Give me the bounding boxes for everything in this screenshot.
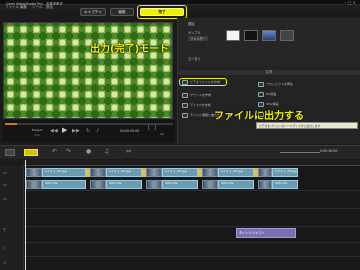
create-sound-button[interactable]: サウンドを作成 (182, 91, 211, 99)
autofit-icon[interactable]: ⇔ (126, 148, 131, 155)
preview-window (3, 22, 173, 119)
library-thumb[interactable] (262, 30, 276, 41)
menu-tools[interactable]: ツール (32, 5, 43, 10)
voice-track-icon: ♪ (3, 246, 6, 251)
tab-edit[interactable]: 編集 (110, 8, 134, 16)
share-item-label: ビデオファイルを作成 (190, 80, 221, 84)
share-header: 共有 (178, 70, 360, 75)
tab-capture[interactable]: キャプチャ (80, 8, 106, 16)
redo-icon[interactable]: ↷ (66, 148, 71, 155)
split-icon[interactable]: ✂ (160, 132, 164, 138)
overlay-track-icon: ▭ (3, 182, 7, 187)
timeline-clip[interactable]: 1フォト_02.jpg (106, 168, 142, 177)
video-track-icon: ▭ (3, 170, 7, 175)
annotation-file-output: ファイルに出力する (214, 111, 304, 122)
annotation-output-mode: 出力(完了)モード (90, 44, 170, 55)
clip-thumbnail[interactable] (90, 180, 106, 189)
clip-thumbnail[interactable] (202, 168, 218, 177)
tab-capture-label: キャプチャ (84, 9, 102, 14)
track-divider (24, 190, 360, 191)
tooltip: ビデオをパソコンのハードディスクに出力します (256, 122, 358, 129)
next-icon[interactable]: ▶▶ (72, 128, 80, 134)
timeline-clip[interactable]: 003.mts (162, 180, 198, 189)
playhead[interactable] (25, 160, 26, 270)
library-sample[interactable]: サンプル (188, 30, 201, 35)
mobile-icon (182, 112, 188, 118)
track-headers: ▭ ▭ ▭ T ♪ ♫ (0, 166, 24, 270)
scrub-progress (5, 123, 17, 125)
timecode: 00:00:00:00 (120, 129, 140, 133)
project-playback-button[interactable]: プロジェクトを再生 (258, 80, 293, 88)
share-item-label: プロジェクトを再生 (266, 82, 294, 86)
track-divider (24, 226, 360, 227)
dv-record-button[interactable]: DV録画 (258, 90, 276, 98)
timeline-clip[interactable]: 001.mts (42, 180, 86, 189)
library-thumb[interactable] (226, 30, 240, 41)
clip-thumbnail[interactable] (26, 180, 42, 189)
timeline-clip[interactable]: 1フォト_03.jpg (162, 168, 198, 177)
timeline-clip[interactable]: 1フォト_05.jpg (272, 168, 298, 177)
zoom-slider[interactable] (280, 152, 320, 153)
play-icon[interactable]: ▶ (62, 126, 67, 134)
clip-thumbnail[interactable] (146, 180, 162, 189)
sort-label[interactable]: 並べ替え (188, 56, 201, 61)
share-item-label: ディスクを作成 (190, 103, 211, 107)
clip-thumbnail[interactable] (90, 168, 106, 177)
mark-out-icon[interactable]: ] (154, 125, 156, 131)
clip-thumbnail[interactable] (258, 168, 272, 177)
clip-thumbnail[interactable] (258, 180, 272, 189)
timeline-clip[interactable]: 1フォト_01.jpg (42, 168, 86, 177)
timeline-toolbar: ↶ ↷ ● ♫ ⇔ 0:00:30:00 (0, 145, 360, 159)
menu-settings[interactable]: 設定 (46, 5, 53, 10)
clip-label: Clip (34, 133, 40, 137)
title-track-icon: T (3, 228, 6, 233)
title-clip[interactable]: タイトルテキスト (236, 228, 296, 238)
menu-file[interactable]: ファイル (5, 5, 19, 10)
share-item-label: DV録画 (266, 92, 277, 96)
clip-thumbnail[interactable] (146, 168, 162, 177)
prev-icon[interactable]: ◀◀ (50, 128, 58, 134)
timeline-clip[interactable]: 004.mts (218, 180, 254, 189)
clip-thumbnail[interactable] (26, 168, 42, 177)
audio-mix-icon[interactable]: ♫ (104, 148, 109, 155)
track-divider (24, 256, 360, 257)
timeline-view-button[interactable] (24, 149, 38, 156)
timeline-clip[interactable]: 1フォト_04.jpg (218, 168, 254, 177)
library-thumb[interactable] (280, 30, 294, 41)
library-folder[interactable]: フォルダー (188, 36, 208, 41)
timeline-clip[interactable]: 002.mts (106, 180, 142, 189)
hdv-icon (258, 101, 264, 107)
tab-edit-label: 編集 (118, 9, 126, 14)
share-item-label: サウンドを作成 (190, 93, 212, 97)
storyboard-view-button[interactable] (5, 149, 15, 156)
share-item-label: HDV録画 (266, 102, 279, 106)
dv-icon (258, 91, 264, 97)
library-thumb[interactable] (244, 30, 258, 41)
video-file-icon (182, 79, 188, 85)
timeline-clip[interactable]: 005.mts (272, 180, 298, 189)
project-label: Project (32, 128, 43, 132)
create-disc-button[interactable]: ディスクを作成 (182, 101, 211, 109)
playback-icon (258, 81, 264, 87)
sound-icon (182, 92, 188, 98)
timeline-duration: 0:00:30:00 (320, 149, 338, 153)
record-icon[interactable]: ● (86, 148, 91, 155)
mark-in-icon[interactable]: [ (148, 125, 150, 131)
track-divider (24, 208, 360, 209)
share-tab-highlight (137, 5, 187, 19)
music-track-icon: ♫ (3, 260, 7, 265)
overlay-track-icon: ▭ (3, 196, 7, 201)
menu-edit[interactable]: 編集 (20, 5, 27, 10)
track-divider (24, 242, 360, 243)
library-add[interactable]: 追加 (188, 21, 194, 26)
clip-thumbnail[interactable] (202, 180, 218, 189)
volume-icon[interactable]: ♪ (96, 128, 99, 134)
undo-icon[interactable]: ↶ (52, 148, 57, 155)
library-panel: 追加 サンプル フォルダー 並べ替え (178, 18, 360, 66)
disc-icon (182, 102, 188, 108)
create-video-file-button[interactable]: ビデオファイルを作成 (179, 78, 227, 86)
repeat-icon[interactable]: ↻ (86, 128, 90, 134)
